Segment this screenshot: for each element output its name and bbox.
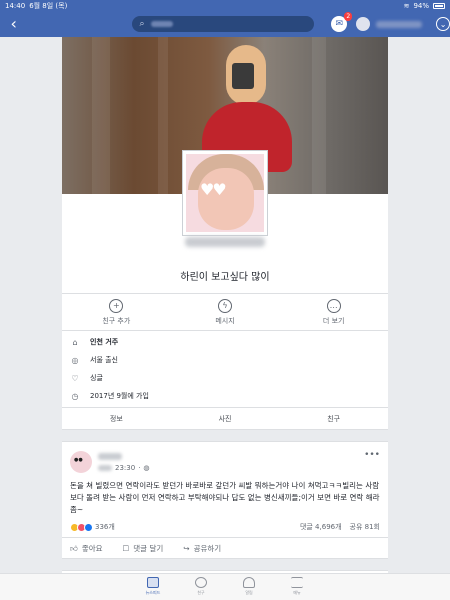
post-author-redacted[interactable] <box>98 453 122 460</box>
messenger-icon: ✉ <box>335 19 344 29</box>
tab-friends[interactable]: 친구 <box>279 408 388 430</box>
tab-menu[interactable]: 메뉴 <box>287 574 307 600</box>
friends-icon <box>195 577 207 588</box>
add-friend-button[interactable]: + 친구 추가 <box>62 294 171 330</box>
tab-news-feed[interactable]: 뉴스피드 <box>143 574 163 600</box>
comment-icon: ☐ <box>122 544 130 553</box>
share-icon: ↪ <box>183 544 190 553</box>
profile-actions: + 친구 추가 ϟ 메시지 … 더 보기 <box>62 293 388 331</box>
reaction-count[interactable]: 336개 <box>95 522 115 532</box>
messenger-badge: 2 <box>344 12 353 21</box>
reactions-icons[interactable] <box>70 522 93 532</box>
comment-button[interactable]: ☐ 댓글 달기 <box>123 543 164 554</box>
tab-friends-nav[interactable]: 친구 <box>191 574 211 600</box>
tab-photos[interactable]: 사진 <box>171 408 280 430</box>
post-text: 돈을 쳐 빌렸으면 연락이라도 받던가 바로바로 갚던가 씨발 뭐하는거야 나이… <box>70 481 380 514</box>
share-count[interactable]: 공유 81회 <box>350 522 380 532</box>
thumbs-up-icon: 👍︎ <box>70 543 78 553</box>
avatar[interactable] <box>70 451 92 473</box>
like-icon <box>84 522 93 532</box>
like-button[interactable]: 👍︎ 좋아요 <box>70 543 103 554</box>
info-joined: ◷ 2017년 9월에 가입 <box>71 391 149 401</box>
post-actions: 👍︎ 좋아요 ☐ 댓글 달기 ↪ 공유하기 <box>62 537 388 559</box>
heart-icon: ♡ <box>71 373 79 383</box>
post-stats: 336개 댓글 4,696개 공유 81회 <box>70 522 380 532</box>
heart-glasses-icon: ♥♥ <box>200 180 227 199</box>
wifi-icon: ≋ <box>403 1 410 10</box>
messenger-icon: ϟ <box>218 298 232 313</box>
info-relationship: ♡ 싱글 <box>71 373 103 383</box>
info-from: ◎ 서울 출신 <box>71 355 119 365</box>
profile-name-redacted <box>185 237 265 247</box>
status-date: 6월 8일 (목) <box>29 1 68 10</box>
tab-about[interactable]: 정보 <box>62 408 171 430</box>
news-feed-icon <box>147 577 159 588</box>
search-bar[interactable]: ⌕ <box>131 16 315 32</box>
bottom-tab-bar: 뉴스피드 친구 알림 메뉴 <box>0 573 450 600</box>
location-icon: ◎ <box>71 355 79 365</box>
feed-post: 23:30 · ◍ ••• 돈을 쳐 빌렸으면 연락이라도 받던가 바로바로 갚… <box>62 441 388 559</box>
status-time: 14:40 <box>5 1 26 10</box>
comment-count[interactable]: 댓글 4,696개 <box>300 522 342 532</box>
search-icon: ⌕ <box>139 19 145 29</box>
profile-card: ♥♥ 하린이 보고싶다 많이 + 친구 추가 ϟ 메시지 … 더 보기 ⌂ 인천… <box>62 37 388 430</box>
messenger-button[interactable]: ✉ 2 <box>331 12 353 32</box>
home-icon: ⌂ <box>72 337 78 347</box>
top-navbar: ‹ ⌕ ✉ 2 ⌄ <box>0 11 450 37</box>
more-button[interactable]: … 더 보기 <box>279 294 388 330</box>
post-meta: 23:30 · ◍ <box>98 464 150 472</box>
post-time: 23:30 <box>115 464 136 472</box>
avatar <box>356 17 371 31</box>
search-query-redacted <box>150 21 173 27</box>
tab-notifications[interactable]: 알림 <box>239 574 259 600</box>
post-options-button[interactable]: ••• <box>364 450 380 460</box>
bell-icon <box>243 577 255 588</box>
battery-percent: 94% <box>413 1 429 10</box>
add-friend-icon: + <box>109 298 124 313</box>
globe-icon: ◍ <box>143 464 150 472</box>
menu-icon <box>291 577 303 588</box>
profile-info-list: ⌂ 인천 거주 ◎ 서울 출신 ♡ 싱글 ◷ 2017년 9월에 가입 <box>62 333 388 405</box>
clock-icon: ◷ <box>71 391 79 401</box>
my-profile-button[interactable] <box>356 17 423 31</box>
profile-tabs: 정보 사진 친구 <box>62 407 388 430</box>
share-button[interactable]: ↪ 공유하기 <box>183 543 221 554</box>
profile-bio: 하린이 보고싶다 많이 <box>180 272 270 283</box>
more-icon: … <box>326 298 341 313</box>
chevron-down-icon[interactable]: ⌄ <box>436 17 450 31</box>
status-bar: 14:40 6월 8일 (목) ≋ 94% <box>0 0 450 11</box>
profile-picture[interactable]: ♥♥ <box>183 151 267 235</box>
info-lives-in: ⌂ 인천 거주 <box>62 333 388 351</box>
message-button[interactable]: ϟ 메시지 <box>171 294 280 330</box>
my-name-redacted <box>376 20 423 28</box>
back-button[interactable]: ‹ <box>0 11 28 37</box>
battery-icon <box>433 2 445 9</box>
